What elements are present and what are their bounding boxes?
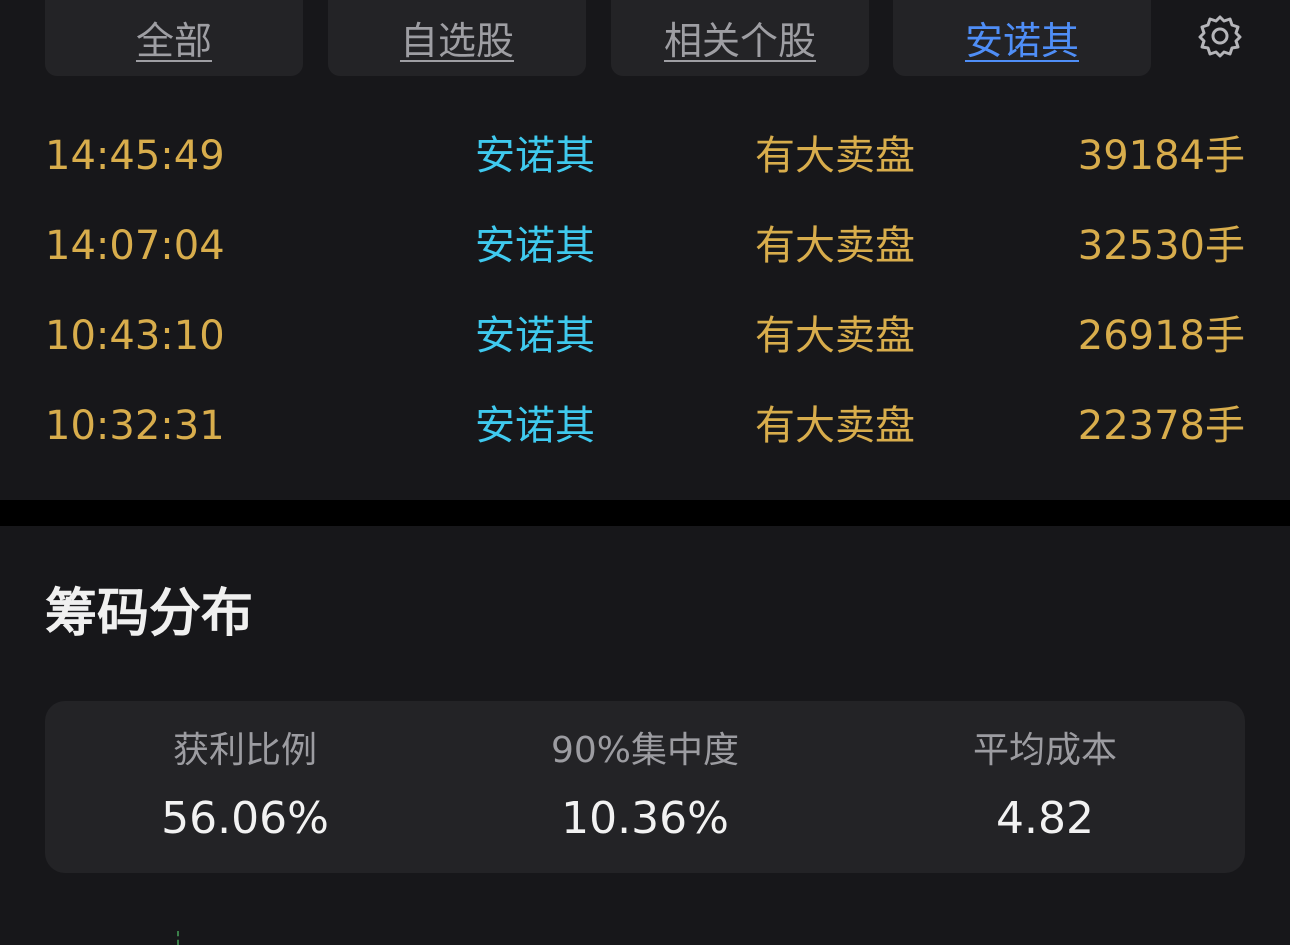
stat-label: 获利比例 bbox=[172, 730, 317, 771]
stat-label: 90%集中度 bbox=[550, 730, 740, 771]
chip-stats-card: 获利比例 56.06% 90%集中度 10.36% 平均成本 4.82 bbox=[45, 701, 1245, 873]
trade-time: 14:45:49 bbox=[45, 133, 225, 179]
tab-watchlist[interactable]: 自选股 bbox=[328, 0, 586, 76]
trade-volume: 32530手 bbox=[1077, 223, 1245, 269]
profit-ratio-stat: 获利比例 56.06% bbox=[45, 701, 445, 873]
average-cost-stat: 平均成本 4.82 bbox=[845, 701, 1245, 873]
list-item[interactable]: 14:45:49 安诺其 有大卖盘 39184手 bbox=[45, 110, 1245, 200]
news-alerts-panel: 全部 自选股 相关个股 安诺其 14:45:49 安诺其 有大卖盘 39184手… bbox=[0, 0, 1290, 500]
list-item[interactable]: 10:32:31 安诺其 有大卖盘 22378手 bbox=[45, 380, 1245, 470]
chip-distribution-panel: 筹码分布 获利比例 56.06% 90%集中度 10.36% 平均成本 4.82 bbox=[0, 526, 1290, 945]
trade-volume: 39184手 bbox=[1077, 133, 1245, 179]
stock-name-link[interactable]: 安诺其 bbox=[475, 132, 595, 180]
trade-volume: 26918手 bbox=[1077, 313, 1245, 359]
tab-all[interactable]: 全部 bbox=[45, 0, 303, 76]
trade-time: 10:43:10 bbox=[45, 313, 225, 359]
stat-label: 平均成本 bbox=[972, 730, 1117, 771]
section-title: 筹码分布 bbox=[45, 584, 254, 644]
chart-axis-line bbox=[177, 931, 179, 945]
tab-related-stocks[interactable]: 相关个股 bbox=[611, 0, 869, 76]
trade-time: 10:32:31 bbox=[45, 403, 225, 449]
stock-name-link[interactable]: 安诺其 bbox=[475, 222, 595, 270]
gear-icon[interactable] bbox=[1197, 12, 1243, 58]
stat-value: 56.06% bbox=[161, 793, 329, 844]
list-item[interactable]: 10:43:10 安诺其 有大卖盘 26918手 bbox=[45, 290, 1245, 380]
trade-volume: 22378手 bbox=[1077, 403, 1245, 449]
trade-type: 有大卖盘 bbox=[755, 223, 915, 269]
trade-time: 14:07:04 bbox=[45, 223, 225, 269]
trade-type: 有大卖盘 bbox=[755, 313, 915, 359]
section-divider bbox=[0, 500, 1290, 526]
trade-type: 有大卖盘 bbox=[755, 133, 915, 179]
stat-value: 10.36% bbox=[561, 793, 729, 844]
filter-tabs: 全部 自选股 相关个股 安诺其 bbox=[45, 0, 1245, 76]
chip-chart-edge bbox=[100, 931, 280, 945]
concentration-stat: 90%集中度 10.36% bbox=[445, 701, 845, 873]
trade-type: 有大卖盘 bbox=[755, 403, 915, 449]
big-order-list: 14:45:49 安诺其 有大卖盘 39184手 14:07:04 安诺其 有大… bbox=[45, 110, 1245, 470]
stock-name-link[interactable]: 安诺其 bbox=[475, 312, 595, 360]
stock-name-link[interactable]: 安诺其 bbox=[475, 402, 595, 450]
stat-value: 4.82 bbox=[996, 793, 1094, 844]
tab-current-stock[interactable]: 安诺其 bbox=[893, 0, 1151, 76]
list-item[interactable]: 14:07:04 安诺其 有大卖盘 32530手 bbox=[45, 200, 1245, 290]
